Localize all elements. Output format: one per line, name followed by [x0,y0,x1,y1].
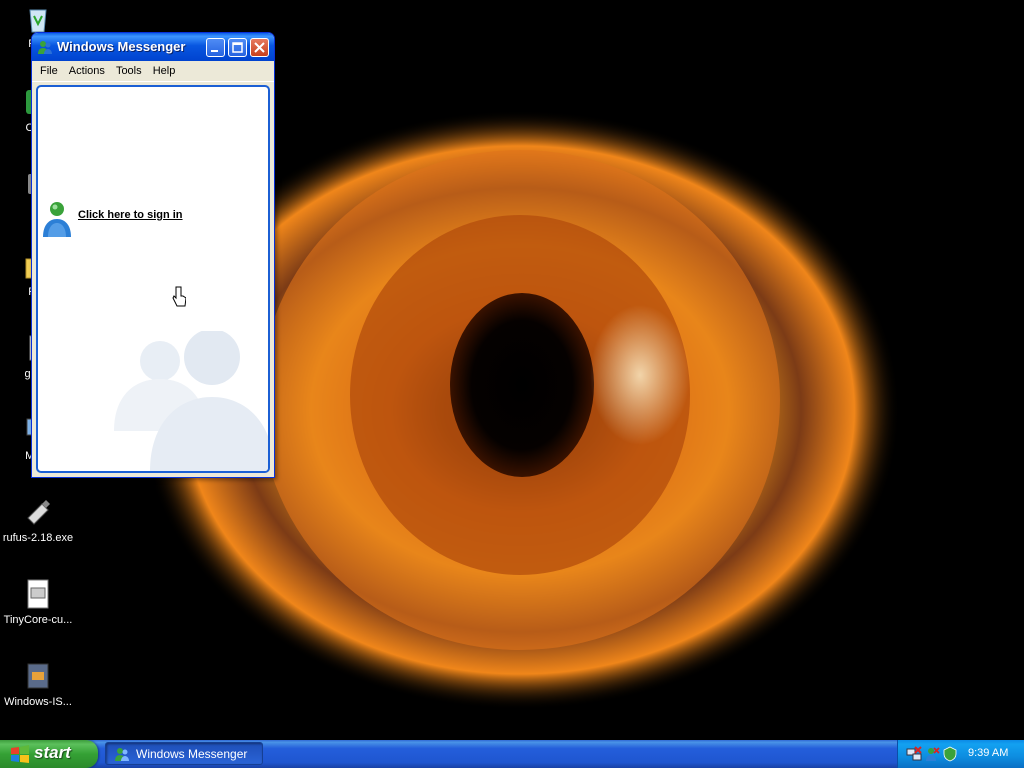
desktop-icon-tinycore[interactable]: TinyCore-cu... [0,578,76,626]
messenger-client-area: Click here to sign in [36,85,270,473]
signin-link[interactable]: Click here to sign in [78,209,183,221]
recycle-bin-icon [29,9,47,33]
desktop-icon-windows-iso[interactable]: Windows-IS... [0,660,76,708]
menu-bar: File Actions Tools Help [32,61,274,82]
network-icon[interactable] [906,746,922,762]
desktop-icon-rufus[interactable]: rufus-2.18.exe [0,496,76,544]
close-icon [254,42,265,53]
maximize-icon [232,42,243,53]
windows-flag-icon [11,745,29,763]
minimize-button[interactable] [206,38,225,57]
desktop-icon-label: Windows-IS... [4,696,72,708]
maximize-button[interactable] [228,38,247,57]
archive-icon [27,663,49,689]
taskbar: start Windows Messenger 9:39 AM [0,740,1024,768]
messenger-watermark-icon [114,331,268,471]
messenger-window[interactable]: Windows Messenger File Actions Tools Hel… [31,32,275,478]
desktop-icon-label: TinyCore-cu... [3,614,73,626]
menu-actions[interactable]: Actions [65,61,109,81]
system-tray: 9:39 AM [897,740,1024,768]
hand-cursor-icon [172,286,186,307]
close-button[interactable] [250,38,269,57]
menu-help[interactable]: Help [149,61,180,81]
taskbar-button-label: Windows Messenger [136,747,248,761]
messenger-buddy-icon [38,41,52,54]
buddy-avatar-icon [43,202,71,237]
usb-drive-icon [27,500,50,525]
clock[interactable]: 9:39 AM [968,747,1008,759]
start-button[interactable]: start [0,740,98,768]
menu-tools[interactable]: Tools [112,61,146,81]
desktop-icon-label: rufus-2.18.exe [2,532,74,544]
security-shield-icon[interactable] [942,746,958,762]
messenger-tray-icon[interactable] [924,746,940,762]
taskbar-button-windows-messenger[interactable]: Windows Messenger [105,742,263,765]
signin-row[interactable]: Click here to sign in [40,199,260,239]
window-titlebar[interactable]: Windows Messenger [32,33,274,61]
start-label: start [34,743,71,762]
disc-image-icon [27,579,49,609]
menu-file[interactable]: File [36,61,62,81]
minimize-icon [211,50,218,52]
messenger-buddy-icon [115,748,129,761]
window-title: Windows Messenger [57,39,186,54]
